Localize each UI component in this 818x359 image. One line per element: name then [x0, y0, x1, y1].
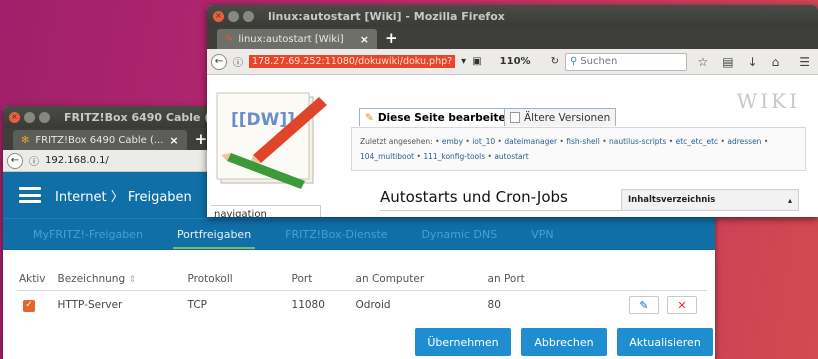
- breadcrumb-link[interactable]: autostart: [494, 152, 528, 161]
- minimize-window-button[interactable]: [24, 111, 35, 123]
- tab-portfreigaben[interactable]: Portfreigaben: [172, 219, 256, 251]
- breadcrumb-link[interactable]: 104_multiboot: [360, 152, 414, 161]
- search-icon: ⚲: [569, 56, 578, 67]
- col-aktiv: Aktiv: [17, 269, 52, 291]
- menu-icon[interactable]: [19, 187, 41, 203]
- info-icon[interactable]: ⓘ: [233, 54, 243, 69]
- col-actions: [621, 269, 707, 291]
- cell-name: HTTP-Server: [57, 299, 123, 311]
- breadcrumb-link[interactable]: 111_konfig-tools: [423, 152, 485, 161]
- back-arrow-icon[interactable]: ←: [7, 152, 23, 169]
- bookmark-star-icon[interactable]: ☆: [697, 55, 708, 69]
- tab-close-icon[interactable]: ×: [360, 33, 369, 46]
- page-heading: Autostarts und Cron-Jobs: [380, 188, 568, 206]
- breadcrumb-link[interactable]: iot_10: [472, 137, 495, 146]
- reading-list-icon[interactable]: ▤: [722, 55, 733, 69]
- tab-vpn[interactable]: VPN: [531, 219, 553, 251]
- firefox-titlebar: × linux:autostart [Wiki] - Mozilla Firef…: [207, 5, 818, 27]
- breadcrumb: Internet 〉 Freigaben: [55, 189, 192, 205]
- navigation-label: navigation: [211, 205, 321, 217]
- back-arrow-icon[interactable]: ←: [211, 53, 227, 70]
- row-actions: ✎ ✕: [622, 291, 707, 320]
- address-bar: ← ⓘ 178.27.69.252:11080/dokuwiki/doku.ph…: [207, 49, 818, 75]
- toc-label: Inhaltsverzeichnis: [628, 195, 716, 205]
- tab-close-icon[interactable]: ×: [169, 134, 178, 147]
- cell-computer: Odroid: [355, 299, 391, 311]
- dokuwiki-favicon-icon: ✎: [225, 33, 234, 45]
- new-tab-button[interactable]: +: [385, 29, 398, 47]
- tab-dynamic-dns[interactable]: Dynamic DNS: [422, 219, 498, 251]
- breadcrumb: Zuletzt angesehen: • emby • iot_10 • dat…: [351, 127, 806, 171]
- fritz-tabs: MyFRITZ!-Freigaben Portfreigaben FRITZ!B…: [3, 218, 715, 250]
- col-bezeichnung-label: Bezeichnung: [57, 273, 126, 285]
- maximize-window-button[interactable]: [39, 111, 50, 123]
- close-window-button[interactable]: ×: [9, 111, 20, 123]
- reload-icon[interactable]: ↻: [551, 56, 559, 67]
- delete-x-icon[interactable]: ✕: [667, 296, 697, 314]
- col-an-computer: an Computer: [349, 269, 482, 291]
- edit-pencil-icon: ✎: [365, 111, 374, 124]
- col-protokoll: Protokoll: [181, 269, 286, 291]
- tab-label: linux:autostart [Wiki]: [238, 33, 344, 45]
- reader-view-icon[interactable]: ▣: [472, 56, 481, 67]
- tab-label: FRITZ!Box 6490 Cable (...: [35, 134, 164, 146]
- browser-tab[interactable]: ✻ FRITZ!Box 6490 Cable (... ×: [13, 130, 187, 150]
- zoom-level[interactable]: 110%: [500, 56, 531, 67]
- url-input[interactable]: 192.168.0.1/: [45, 155, 109, 166]
- browser-tab[interactable]: ✎ linux:autostart [Wiki] ×: [217, 29, 377, 49]
- col-port: Port: [285, 269, 350, 291]
- page-icon: [510, 112, 520, 123]
- cell-protocol: TCP: [187, 299, 207, 311]
- close-window-button[interactable]: ×: [213, 10, 224, 22]
- search-placeholder: Suchen: [580, 56, 618, 67]
- breadcrumb-intro: Zuletzt angesehen:: [360, 137, 433, 146]
- dokuwiki-logo-icon[interactable]: [[DW]]: [213, 85, 333, 190]
- breadcrumb-link[interactable]: etc_etc_etc: [676, 137, 719, 146]
- refresh-button[interactable]: Aktualisieren: [617, 328, 713, 356]
- window-title: linux:autostart [Wiki] - Mozilla Firefox: [268, 9, 505, 23]
- wiki-brand: WIKI: [736, 89, 800, 113]
- table-row: ✓ HTTP-Server TCP 11080 Odroid 80 ✎ ✕: [17, 291, 707, 320]
- col-bezeichnung[interactable]: Bezeichnung ⇕: [51, 269, 182, 291]
- cell-to-port: 80: [487, 299, 501, 311]
- tab-myfritz-freigaben[interactable]: MyFRITZ!-Freigaben: [33, 219, 143, 251]
- cancel-button[interactable]: Abbrechen: [521, 328, 607, 356]
- url-input[interactable]: 178.27.69.252:11080/dokuwiki/doku.php?: [249, 55, 456, 68]
- url-dropdown-icon[interactable]: ▾: [461, 56, 466, 67]
- download-icon[interactable]: ↓: [748, 55, 758, 69]
- breadcrumb-link[interactable]: nautilus-scripts: [609, 137, 666, 146]
- breadcrumb-link[interactable]: emby: [442, 137, 463, 146]
- tab-old-versions[interactable]: Ältere Versionen: [504, 108, 617, 126]
- fritz-favicon-icon: ✻: [21, 134, 30, 146]
- apply-button[interactable]: Übernehmen: [415, 328, 511, 356]
- tab-edit-page[interactable]: ✎ Diese Seite bearbeiten: [359, 108, 520, 126]
- breadcrumb-link[interactable]: adressen: [727, 137, 761, 146]
- window-title: FRITZ!Box 6490 Cable (kc: [64, 110, 224, 124]
- toc-toggle[interactable]: Inhaltsverzeichnis ▴: [621, 189, 799, 211]
- breadcrumb-link[interactable]: dateimanager: [504, 137, 557, 146]
- cell-port: 11080: [291, 299, 325, 311]
- wiki-page: [[DW]] navigation WIKI ✎ Diese Seite bea…: [207, 75, 818, 217]
- portforward-table: Aktiv Bezeichnung ⇕ Protokoll Port an Co…: [17, 269, 707, 319]
- sort-icon[interactable]: ⇕: [128, 275, 136, 285]
- maximize-window-button[interactable]: [243, 10, 254, 22]
- minimize-window-button[interactable]: [228, 10, 239, 22]
- breadcrumb-link[interactable]: fish-shell: [566, 137, 600, 146]
- toc-arrow-icon: ▴: [787, 195, 792, 205]
- tab-versions-label: Ältere Versionen: [524, 111, 611, 124]
- edit-pencil-icon[interactable]: ✎: [629, 296, 659, 314]
- search-input[interactable]: ⚲ Suchen: [564, 52, 687, 71]
- col-an-port: an Port: [481, 269, 622, 291]
- active-cell: ✓: [17, 291, 52, 320]
- firefox-window: × linux:autostart [Wiki] - Mozilla Firef…: [207, 5, 818, 217]
- home-icon[interactable]: ⌂: [772, 55, 780, 69]
- new-tab-button[interactable]: +: [195, 130, 208, 148]
- browser-tabbar: ✎ linux:autostart [Wiki] × +: [207, 27, 818, 49]
- table-header-row: Aktiv Bezeichnung ⇕ Protokoll Port an Co…: [17, 269, 707, 291]
- info-icon[interactable]: ⓘ: [29, 153, 39, 168]
- tab-edit-label: Diese Seite bearbeiten: [377, 111, 514, 124]
- tab-fritzbox-dienste[interactable]: FRITZ!Box-Dienste: [285, 219, 387, 251]
- hamburger-menu-icon[interactable]: ☰: [799, 55, 810, 69]
- active-checkbox[interactable]: ✓: [23, 299, 35, 312]
